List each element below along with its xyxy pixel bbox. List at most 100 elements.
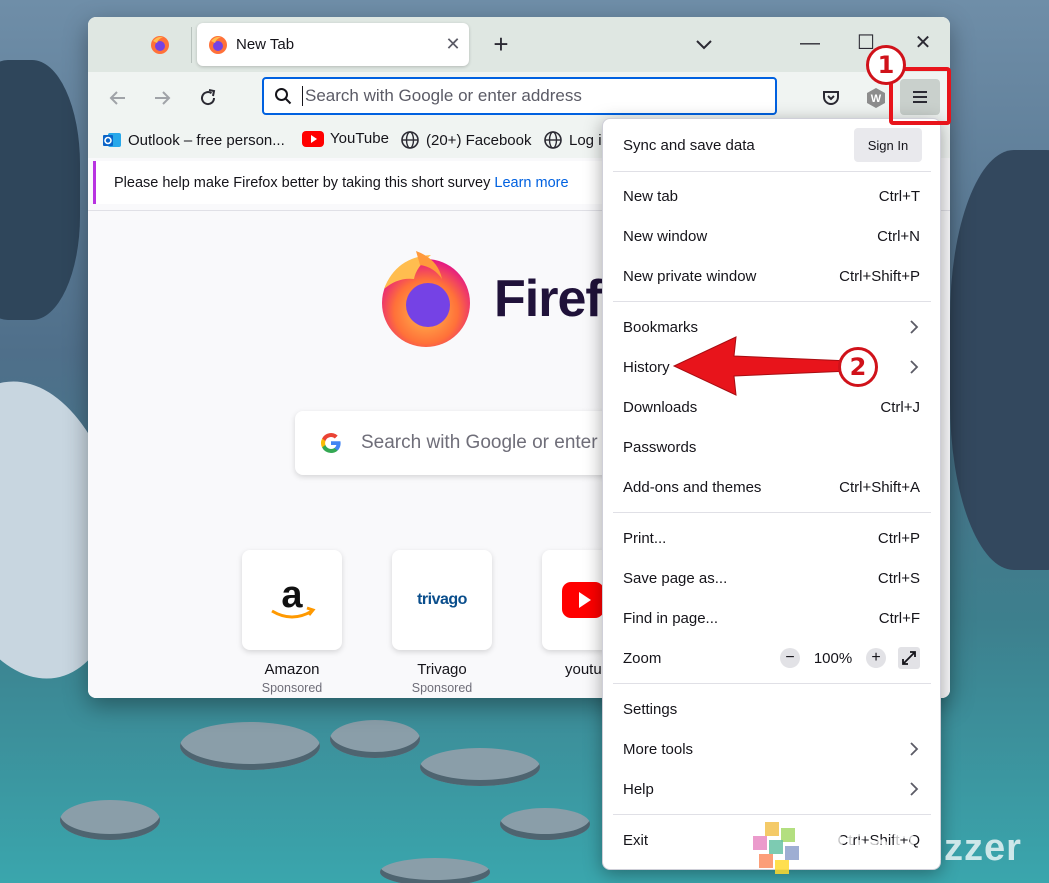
menu-item-shortcut: Ctrl+J bbox=[880, 398, 920, 416]
arrow-left-icon bbox=[109, 91, 125, 105]
globe-icon bbox=[544, 131, 562, 149]
youtube-icon bbox=[302, 130, 324, 147]
firefox-logo-icon bbox=[382, 251, 470, 347]
learn-more-link[interactable]: Learn more bbox=[494, 175, 568, 191]
menu-item-label: Zoom bbox=[623, 649, 662, 667]
menu-item-new-private-window[interactable]: New private window Ctrl+Shift+P bbox=[611, 257, 932, 295]
menu-item-shortcut: Ctrl+P bbox=[877, 529, 920, 547]
site-tile[interactable]: trivago bbox=[392, 550, 492, 650]
menu-item-label: Exit bbox=[623, 831, 649, 849]
menu-item-save-page[interactable]: Save page as... Ctrl+S bbox=[611, 559, 932, 597]
menu-item-new-tab[interactable]: New tab Ctrl+T bbox=[611, 177, 932, 215]
chevron-down-icon bbox=[696, 40, 712, 50]
menu-separator bbox=[613, 512, 931, 513]
amazon-icon: a bbox=[271, 577, 316, 619]
menu-item-shortcut: Ctrl+Shift+P bbox=[839, 267, 920, 285]
menu-item-label: Print... bbox=[623, 529, 667, 547]
menu-item-addons-themes[interactable]: Add-ons and themes Ctrl+Shift+A bbox=[611, 468, 932, 506]
watermark-text: WinBuzzer bbox=[819, 826, 1022, 869]
menu-item-shortcut: Ctrl+T bbox=[878, 187, 920, 205]
sync-label: Sync and save data bbox=[623, 136, 755, 154]
site-name: Amazon bbox=[264, 661, 320, 678]
chevron-right-icon bbox=[910, 320, 919, 334]
firefox-wordmark: Firef bbox=[494, 270, 603, 328]
menu-item-label: History bbox=[623, 358, 670, 376]
tab-new-tab[interactable]: New Tab ✕ bbox=[197, 23, 469, 66]
close-window-button[interactable]: ✕ bbox=[903, 29, 943, 59]
menu-item-label: Passwords bbox=[623, 438, 697, 456]
tab-divider bbox=[191, 27, 192, 63]
menu-item-shortcut: Ctrl+F bbox=[878, 609, 920, 627]
top-site-amazon[interactable]: a Amazon Sponsored bbox=[242, 550, 342, 695]
menu-item-help[interactable]: Help bbox=[611, 770, 932, 808]
zoom-reset-button[interactable]: 100% bbox=[800, 650, 866, 667]
menu-item-print[interactable]: Print... Ctrl+P bbox=[611, 519, 932, 557]
red-arrow-icon bbox=[672, 336, 851, 396]
svg-text:a: a bbox=[281, 577, 303, 616]
tab-bar: New Tab ✕ + — ☐ ✕ bbox=[88, 17, 950, 72]
menu-item-find-in-page[interactable]: Find in page... Ctrl+F bbox=[611, 599, 932, 637]
site-name: youtu bbox=[565, 661, 602, 678]
reload-button[interactable] bbox=[192, 82, 224, 114]
menu-separator bbox=[613, 171, 931, 172]
google-icon bbox=[321, 433, 341, 453]
tab-title: New Tab bbox=[236, 36, 295, 53]
list-all-tabs-button[interactable] bbox=[688, 31, 720, 59]
youtube-icon bbox=[562, 582, 604, 618]
chevron-right-icon bbox=[910, 782, 919, 796]
menu-item-label: Save page as... bbox=[623, 569, 728, 587]
top-site-youtube[interactable]: youtu bbox=[542, 550, 604, 678]
menu-item-label: New window bbox=[623, 227, 708, 245]
bookmark-label: (20+) Facebook bbox=[426, 131, 532, 149]
menu-item-new-window[interactable]: New window Ctrl+N bbox=[611, 217, 932, 255]
menu-item-settings[interactable]: Settings bbox=[611, 690, 932, 728]
menu-item-label: Bookmarks bbox=[623, 318, 699, 336]
bookmark-facebook[interactable]: (20+) Facebook bbox=[400, 130, 531, 150]
minimize-button[interactable]: — bbox=[790, 29, 830, 59]
back-button[interactable] bbox=[102, 82, 134, 114]
bookmark-outlook[interactable]: Outlook – free person... bbox=[102, 130, 285, 150]
bookmark-label: YouTube bbox=[330, 130, 389, 147]
new-tab-button[interactable]: + bbox=[485, 29, 517, 61]
newtab-search-placeholder: Search with Google or enter a bbox=[361, 432, 614, 453]
menu-item-label: Help bbox=[623, 780, 654, 798]
svg-text:W: W bbox=[871, 93, 882, 105]
navigation-toolbar: W bbox=[88, 72, 950, 122]
close-tab-icon[interactable]: ✕ bbox=[437, 34, 469, 55]
top-site-trivago[interactable]: trivago Trivago Sponsored bbox=[392, 550, 492, 695]
menu-item-label: Add-ons and themes bbox=[623, 478, 762, 496]
menu-item-shortcut: Ctrl+Shift+A bbox=[839, 478, 920, 496]
sign-in-button[interactable]: Sign In bbox=[854, 128, 922, 162]
bookmark-youtube[interactable]: YouTube bbox=[302, 130, 389, 147]
menu-item-label: Settings bbox=[623, 700, 678, 718]
site-name: Trivago bbox=[417, 661, 467, 678]
text-caret bbox=[302, 86, 303, 106]
pinned-tab[interactable] bbox=[140, 29, 180, 61]
site-tile[interactable]: a bbox=[242, 550, 342, 650]
firefox-icon bbox=[209, 35, 227, 54]
menu-item-label: Find in page... bbox=[623, 609, 719, 627]
pocket-button[interactable] bbox=[815, 82, 847, 114]
zoom-in-button[interactable]: + bbox=[866, 648, 886, 668]
outlook-icon bbox=[103, 133, 121, 147]
zoom-out-button[interactable]: − bbox=[780, 648, 800, 668]
bookmark-label: Log i bbox=[569, 131, 602, 149]
fullscreen-button[interactable] bbox=[898, 647, 920, 669]
menu-item-shortcut: Ctrl+N bbox=[877, 227, 920, 245]
forward-button[interactable] bbox=[146, 82, 178, 114]
menu-item-more-tools[interactable]: More tools bbox=[611, 730, 932, 768]
chevron-right-icon bbox=[910, 360, 919, 374]
pocket-icon bbox=[823, 91, 839, 105]
step-badge-1: 1 bbox=[866, 45, 906, 85]
address-bar[interactable] bbox=[262, 77, 777, 115]
site-tile[interactable] bbox=[542, 550, 604, 650]
extension-button[interactable]: W bbox=[860, 82, 892, 114]
fullscreen-icon bbox=[902, 651, 916, 665]
trivago-logo: trivago bbox=[417, 591, 467, 608]
firefox-brand: Firef bbox=[376, 249, 603, 349]
chevron-right-icon bbox=[910, 742, 919, 756]
bookmark-label: Outlook – free person... bbox=[128, 131, 285, 149]
menu-item-passwords[interactable]: Passwords bbox=[611, 428, 932, 466]
address-input[interactable] bbox=[305, 86, 775, 106]
bookmark-login[interactable]: Log i bbox=[543, 130, 602, 150]
